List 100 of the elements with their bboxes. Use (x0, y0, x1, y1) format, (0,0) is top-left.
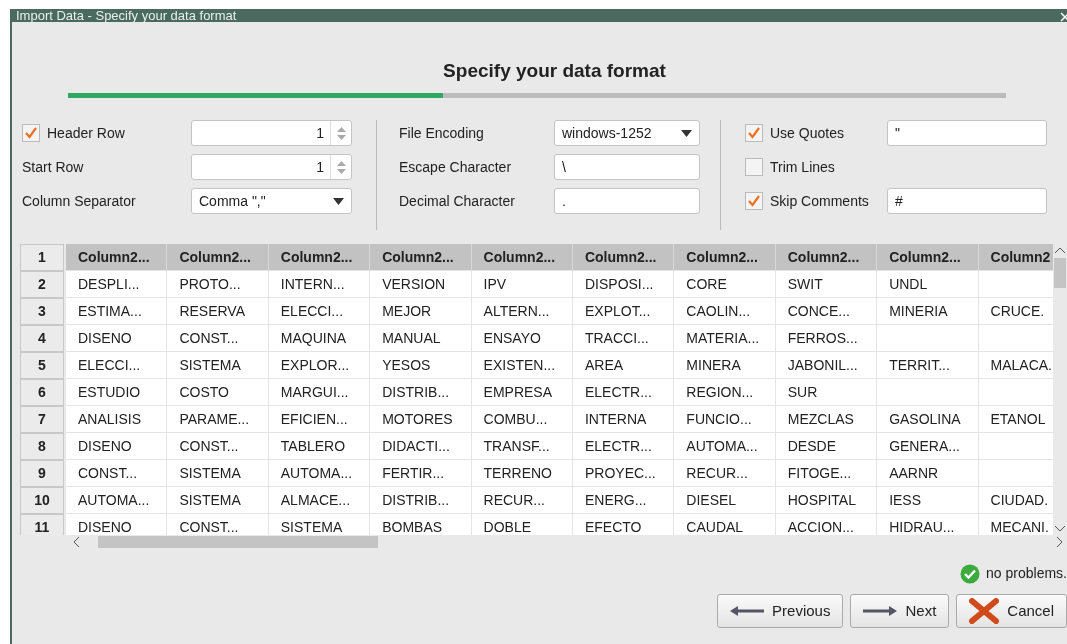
table-cell: AUTOMA... (268, 460, 371, 487)
table-cell: ANALISIS (66, 406, 168, 433)
table-cell: CONST... (167, 433, 269, 460)
table-cell: HOSPITAL (775, 487, 878, 514)
close-icon[interactable] (1060, 12, 1067, 22)
table-cell: TRANSF... (471, 433, 573, 460)
dialog-button[interactable]: Previous (717, 594, 844, 628)
table-cell: DIDACTI... (370, 433, 472, 460)
dropdown[interactable]: Comma "," (191, 188, 352, 214)
column-header[interactable]: Column2... (268, 244, 371, 271)
table-cell: MINERA (674, 352, 776, 379)
close-icon (969, 598, 1000, 624)
column-header[interactable]: Column2... (370, 244, 472, 271)
table-cell: EMPRESA (471, 379, 573, 406)
table-cell: DISENO (66, 514, 168, 535)
table-cell: BOMBAS (370, 514, 472, 535)
checkbox[interactable] (745, 124, 763, 142)
table-cell: DISENO (66, 433, 168, 460)
text-field[interactable]: # (887, 188, 1047, 214)
table-cell: DOBLE (471, 514, 573, 535)
table-cell: DISTRIB... (370, 487, 472, 514)
table-cell: HIDRAU... (877, 514, 979, 535)
scroll-down-icon[interactable] (1054, 525, 1066, 533)
row-number: 6 (20, 379, 64, 406)
column-header[interactable]: Column2 (978, 244, 1053, 271)
table-cell: INTERN... (268, 271, 371, 298)
table-cell: DISPOSI... (572, 271, 675, 298)
field-label: Decimal Character (399, 191, 516, 211)
table-cell: EXPLOR... (268, 352, 371, 379)
column-header[interactable]: Column2... (167, 244, 269, 271)
checkbox-label: Skip Comments (770, 191, 869, 211)
table-cell: DESDE (775, 433, 878, 460)
status-message: no problems. (986, 564, 1067, 583)
field-label: Escape Character (399, 157, 513, 177)
table-cell: PROYEC... (572, 460, 675, 487)
table-cell: CRUCE. (978, 298, 1053, 325)
column-header[interactable]: Column2... (775, 244, 878, 271)
table-cell: TERRIT... (877, 352, 979, 379)
table-cell: EXISTEN... (471, 352, 573, 379)
checkbox[interactable] (22, 124, 40, 142)
table-cell: FUNCIO... (674, 406, 776, 433)
table-cell: CAOLIN... (674, 298, 776, 325)
arrow-left-icon (730, 606, 765, 616)
table-cell: AUTOMA... (674, 433, 776, 460)
row-number: 4 (20, 325, 64, 352)
table-cell: SISTEMA (268, 514, 371, 535)
row-number: 1 (20, 244, 64, 271)
table-cell: TRACCI... (572, 325, 675, 352)
table-cell: CONCE... (775, 298, 878, 325)
table-cell: UNDL (877, 271, 979, 298)
table-cell: REGION... (674, 379, 776, 406)
table-cell: MAQUINA (268, 325, 371, 352)
table-cell: DISTRIB... (370, 379, 472, 406)
checkbox-label: Header Row (47, 123, 125, 143)
field-label: Column Separator (22, 191, 137, 211)
scroll-left-icon[interactable] (72, 536, 80, 548)
dropdown[interactable]: windows-1252 (554, 120, 700, 146)
table-cell: MINERIA (877, 298, 979, 325)
table-cell: AARNR (877, 460, 979, 487)
dialog-button[interactable]: Next (850, 594, 950, 628)
number-spinner[interactable]: 1 (191, 120, 352, 146)
row-number: 2 (20, 271, 64, 298)
checkbox-label: Trim Lines (770, 157, 835, 177)
table-cell: MOTORES (370, 406, 472, 433)
table-cell: ELECCI... (268, 298, 371, 325)
text-field[interactable]: \ (554, 154, 700, 180)
row-number: 10 (20, 487, 64, 514)
column-header[interactable]: Column2... (877, 244, 979, 271)
scrollbar-thumb[interactable] (98, 536, 378, 548)
column-header[interactable]: Column2... (674, 244, 776, 271)
table-cell: MEJOR (370, 298, 472, 325)
table-cell: SISTEMA (167, 460, 269, 487)
number-spinner[interactable]: 1 (191, 154, 352, 180)
table-cell: GASOLINA (877, 406, 979, 433)
checkbox[interactable] (745, 158, 763, 176)
table-cell: CONST... (167, 514, 269, 535)
column-header[interactable]: Column2... (66, 244, 168, 271)
scroll-right-icon[interactable] (1056, 536, 1064, 548)
column-header[interactable]: Column2... (471, 244, 573, 271)
table-cell: FERTIR... (370, 460, 472, 487)
checkbox[interactable] (745, 192, 763, 210)
scrollbar-thumb[interactable] (1054, 258, 1066, 288)
table-cell: IESS (877, 487, 979, 514)
table-cell: DESPLI... (66, 271, 168, 298)
row-number: 7 (20, 406, 64, 433)
field-label: Start Row (22, 157, 85, 177)
table-cell: TERRENO (471, 460, 573, 487)
table-cell: PARAME... (167, 406, 269, 433)
table-cell: MALACA. (978, 352, 1053, 379)
table-cell: RECUR... (674, 460, 776, 487)
scroll-up-icon[interactable] (1054, 246, 1066, 254)
table-cell: IPV (471, 271, 573, 298)
table-cell: ESTUDIO (66, 379, 168, 406)
dialog-button[interactable]: Cancel (956, 594, 1067, 628)
table-cell: AUTOMA... (66, 487, 168, 514)
table-cell: ALTERN... (471, 298, 573, 325)
text-field[interactable]: " (887, 120, 1047, 146)
text-field[interactable]: . (554, 188, 700, 214)
column-header[interactable]: Column2... (572, 244, 675, 271)
table-cell: CONST... (167, 325, 269, 352)
